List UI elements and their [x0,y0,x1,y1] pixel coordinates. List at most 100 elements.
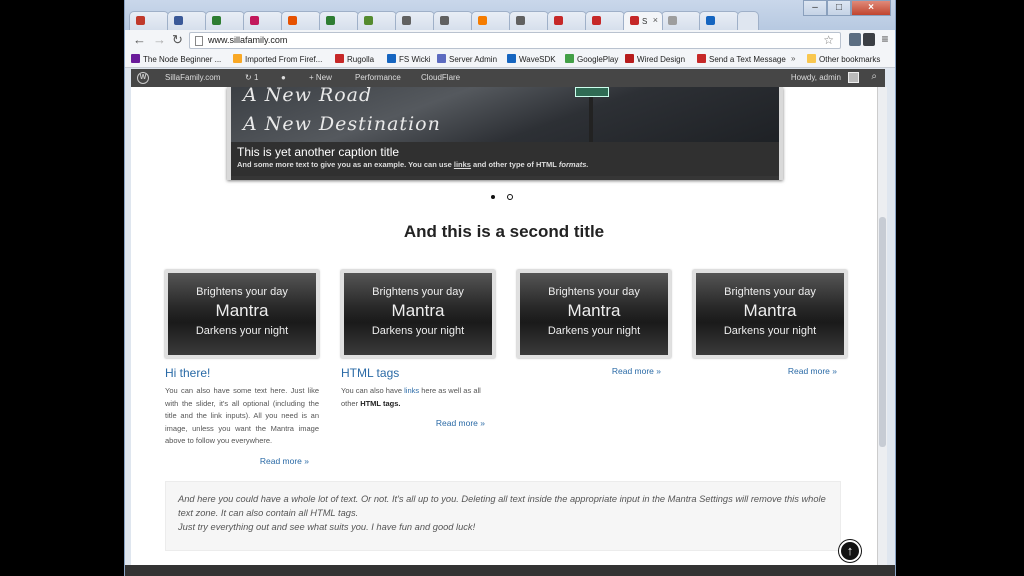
slide-image: A New Road A New Destination [231,87,779,142]
bookmark-label: FS Wicki [399,55,431,64]
column-image-line2: Mantra [567,301,621,320]
tab-favicon-icon [364,16,373,25]
column-image[interactable]: Brightens your day Mantra Darkens your n… [165,270,319,358]
browser-tab[interactable] [433,11,473,30]
bookmark-label: GooglePlay [577,55,619,64]
browser-tab[interactable] [129,11,169,30]
admin-cloudflare-link[interactable]: CloudFlare [421,73,460,82]
browser-tab[interactable] [357,11,397,30]
admin-performance-link[interactable]: Performance [355,73,401,82]
bookmark-item[interactable]: Server Admin [437,54,497,64]
tab-close-icon[interactable]: × [653,15,658,25]
read-more-link[interactable]: Read more » [693,366,847,376]
read-more-link[interactable]: Read more » [341,418,495,428]
second-title: And this is a second title [403,222,605,241]
search-icon[interactable]: ⌕ [871,71,877,82]
close-window-button[interactable]: × [851,0,891,16]
browser-tab[interactable] [167,11,207,30]
tab-favicon-icon [592,16,601,25]
caption-text-pre: And some more text to give you as an exa… [237,160,454,169]
browser-tab[interactable] [281,11,321,30]
slide-caption: This is yet another caption title And so… [231,142,779,180]
avatar[interactable] [848,72,859,83]
column-image-line1: Brightens your day [548,286,640,298]
address-bar[interactable]: www.sillafamily.com ☆ [189,32,841,49]
reload-button[interactable]: ↻ [172,32,183,48]
bookmark-label: Rugolla [347,55,375,64]
browser-tab[interactable] [699,11,739,30]
column-image[interactable]: Brightens your day Mantra Darkens your n… [517,270,671,358]
wp-admin-bar: W SillaFamily.com ↻ 1 ● + New Performanc… [131,69,885,87]
admin-howdy[interactable]: Howdy, admin [791,73,841,82]
bookmark-icon [697,54,706,63]
column-image[interactable]: Brightens your day Mantra Darkens your n… [693,270,847,358]
bookmark-item[interactable]: WaveSDK [507,54,556,64]
url-text: www.sillafamily.com [208,35,288,45]
column-4: Brightens your day Mantra Darkens your n… [693,270,847,376]
bookmark-item[interactable]: FS Wicki [387,54,431,64]
slider-dot-2[interactable] [507,194,513,200]
bookmark-item[interactable]: Wired Design [625,54,685,64]
page-footer [125,565,895,576]
admin-new-label: New [315,73,332,82]
browser-tab[interactable] [319,11,359,30]
browser-toolbar: ← → ↻ www.sillafamily.com ☆ ≡ [125,30,895,50]
maximize-button[interactable]: □ [827,0,851,16]
bookmark-item[interactable]: GooglePlay [565,54,618,64]
column-title[interactable]: HTML tags [341,366,495,380]
text-zone: And here you could have a whole lot of t… [165,481,841,551]
column-image-line1: Brightens your day [372,286,464,298]
bookmark-item[interactable]: Send a Text Message [697,54,786,64]
bookmark-item[interactable]: The Node Beginner ... [131,54,221,64]
other-bookmarks-label: Other bookmarks [819,55,881,64]
tab-favicon-icon [288,16,297,25]
forward-button[interactable]: → [153,32,166,48]
browser-tab[interactable] [547,11,587,30]
browser-tab[interactable] [205,11,245,30]
scroll-to-top-button[interactable]: ↑ [839,540,861,562]
bookmark-item[interactable]: Rugolla [335,54,374,64]
page-scrollbar[interactable] [877,87,887,565]
column-image-line3: Darkens your night [547,325,641,337]
caption-link[interactable]: links [454,160,471,169]
tab-favicon-icon [516,16,525,25]
window-controls: – □ × [803,0,891,16]
tab-favicon-icon [326,16,335,25]
column-title[interactable]: Hi there! [165,366,319,380]
browser-tab[interactable] [243,11,283,30]
comments-icon[interactable]: ● [281,73,286,82]
read-more-link[interactable]: Read more » [517,366,671,376]
bookmark-item[interactable]: Imported From Firef... [233,54,322,64]
wordpress-icon[interactable]: W [137,72,149,84]
extension-icon-2[interactable] [863,33,875,46]
extension-icon[interactable] [849,33,861,46]
desktop-right [896,0,1024,576]
tab-favicon-icon [706,16,715,25]
slider-dot-1[interactable] [491,195,495,199]
admin-site-link[interactable]: SillaFamily.com [165,73,220,82]
browser-tab[interactable] [585,11,625,30]
scrollbar-thumb[interactable] [879,217,886,447]
bookmarks-overflow[interactable]: » [791,54,795,63]
other-bookmarks[interactable]: Other bookmarks [807,54,880,64]
back-button[interactable]: ← [133,32,146,48]
column-image[interactable]: Brightens your day Mantra Darkens your n… [341,270,495,358]
read-more-link[interactable]: Read more » [165,456,319,466]
text-zone-line2: Just try everything out and see what sui… [178,522,476,532]
bookmark-star-icon[interactable]: ☆ [823,33,834,47]
column-image-line1: Brightens your day [724,286,816,298]
browser-tab[interactable]: S × [623,11,663,30]
menu-icon[interactable]: ≡ [879,33,891,46]
new-tab-button[interactable] [737,11,759,30]
updates-icon[interactable]: ↻ 1 [245,73,258,82]
browser-tab[interactable] [661,11,701,30]
browser-tab[interactable] [509,11,549,30]
column-1: Brightens your day Mantra Darkens your n… [165,270,319,466]
column-text-link[interactable]: links [404,386,419,395]
column-3: Brightens your day Mantra Darkens your n… [517,270,671,376]
browser-tab[interactable] [395,11,435,30]
minimize-button[interactable]: – [803,0,827,16]
browser-tab[interactable] [471,11,511,30]
admin-new-link[interactable]: + New [309,73,332,82]
column-2: Brightens your day Mantra Darkens your n… [341,270,495,428]
